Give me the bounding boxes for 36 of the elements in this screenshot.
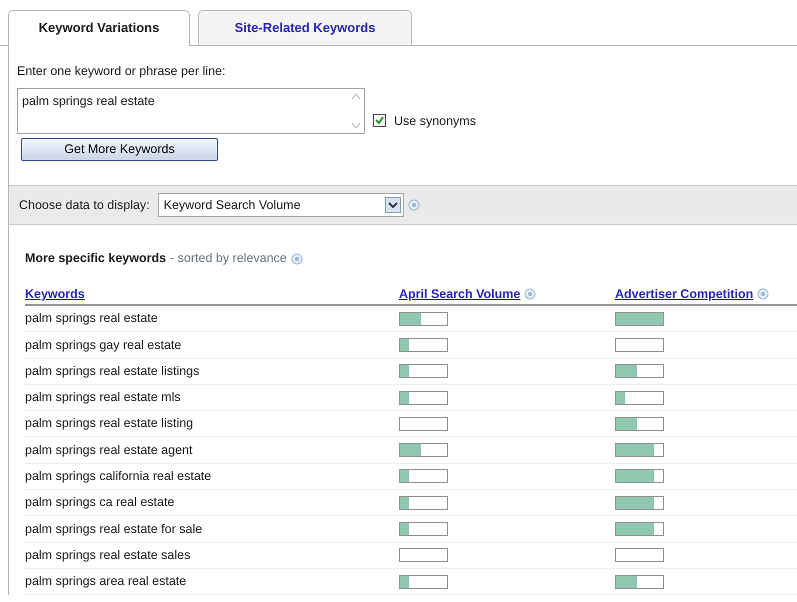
dropdown-icon — [384, 197, 401, 214]
tab[interactable]: Keyword Variations — [8, 10, 190, 46]
checkbox[interactable] — [373, 114, 386, 128]
keyword-cell-text: palm springs real estate for sale — [25, 520, 204, 538]
keyword-cell-text: palm springs real estate sales — [25, 546, 192, 564]
keyword-cell-text: palm springs real estate listing — [25, 415, 194, 432]
get-keywords-button[interactable]: Get More Keywords — [21, 138, 218, 162]
help-icon[interactable] — [757, 288, 770, 300]
help-icon[interactable] — [408, 199, 420, 212]
column-header-link[interactable]: April Search Volume — [399, 284, 520, 304]
keyword-cell-text: palm springs gay real estate — [25, 336, 182, 354]
keyword-cell-text: palm springs real estate agent — [25, 442, 194, 459]
meter-track — [399, 548, 448, 562]
column-header-link[interactable]: Keywords — [25, 284, 85, 304]
keyword-cell-text: palm springs real estate mls — [25, 389, 182, 406]
keyword-cell-text: palm springs real estate listings — [25, 362, 200, 380]
data-select[interactable]: Keyword Search Volume — [158, 193, 404, 218]
help-icon[interactable] — [290, 252, 303, 265]
display-label: Choose data to display: — [19, 196, 150, 214]
section-subtitle: - sorted by relevance — [170, 250, 287, 268]
keyword-cell-text: palm springs area real estate — [25, 573, 188, 590]
scroll-down-icon[interactable] — [350, 121, 362, 132]
meter-track — [615, 548, 664, 562]
checkbox-label: Use synonyms — [394, 112, 476, 130]
keyword-textarea[interactable]: palm springs real estate — [17, 88, 365, 134]
meter-track — [399, 416, 448, 431]
column-header-link[interactable]: Advertiser Competition — [615, 284, 754, 304]
meter-track — [615, 338, 664, 352]
keyword-cell-text: palm springs california real estate — [25, 468, 212, 486]
tab[interactable]: Site-Related Keywords — [198, 10, 412, 44]
help-icon[interactable] — [524, 288, 536, 300]
section-heading: More specific keywords — [25, 250, 166, 268]
scroll-up-icon[interactable] — [350, 91, 362, 102]
keyword-cell-text: palm springs real estate — [25, 310, 159, 328]
keyword-cell-text: palm springs ca real estate — [25, 494, 176, 512]
input-label: Enter one keyword or phrase per line: — [17, 62, 226, 80]
